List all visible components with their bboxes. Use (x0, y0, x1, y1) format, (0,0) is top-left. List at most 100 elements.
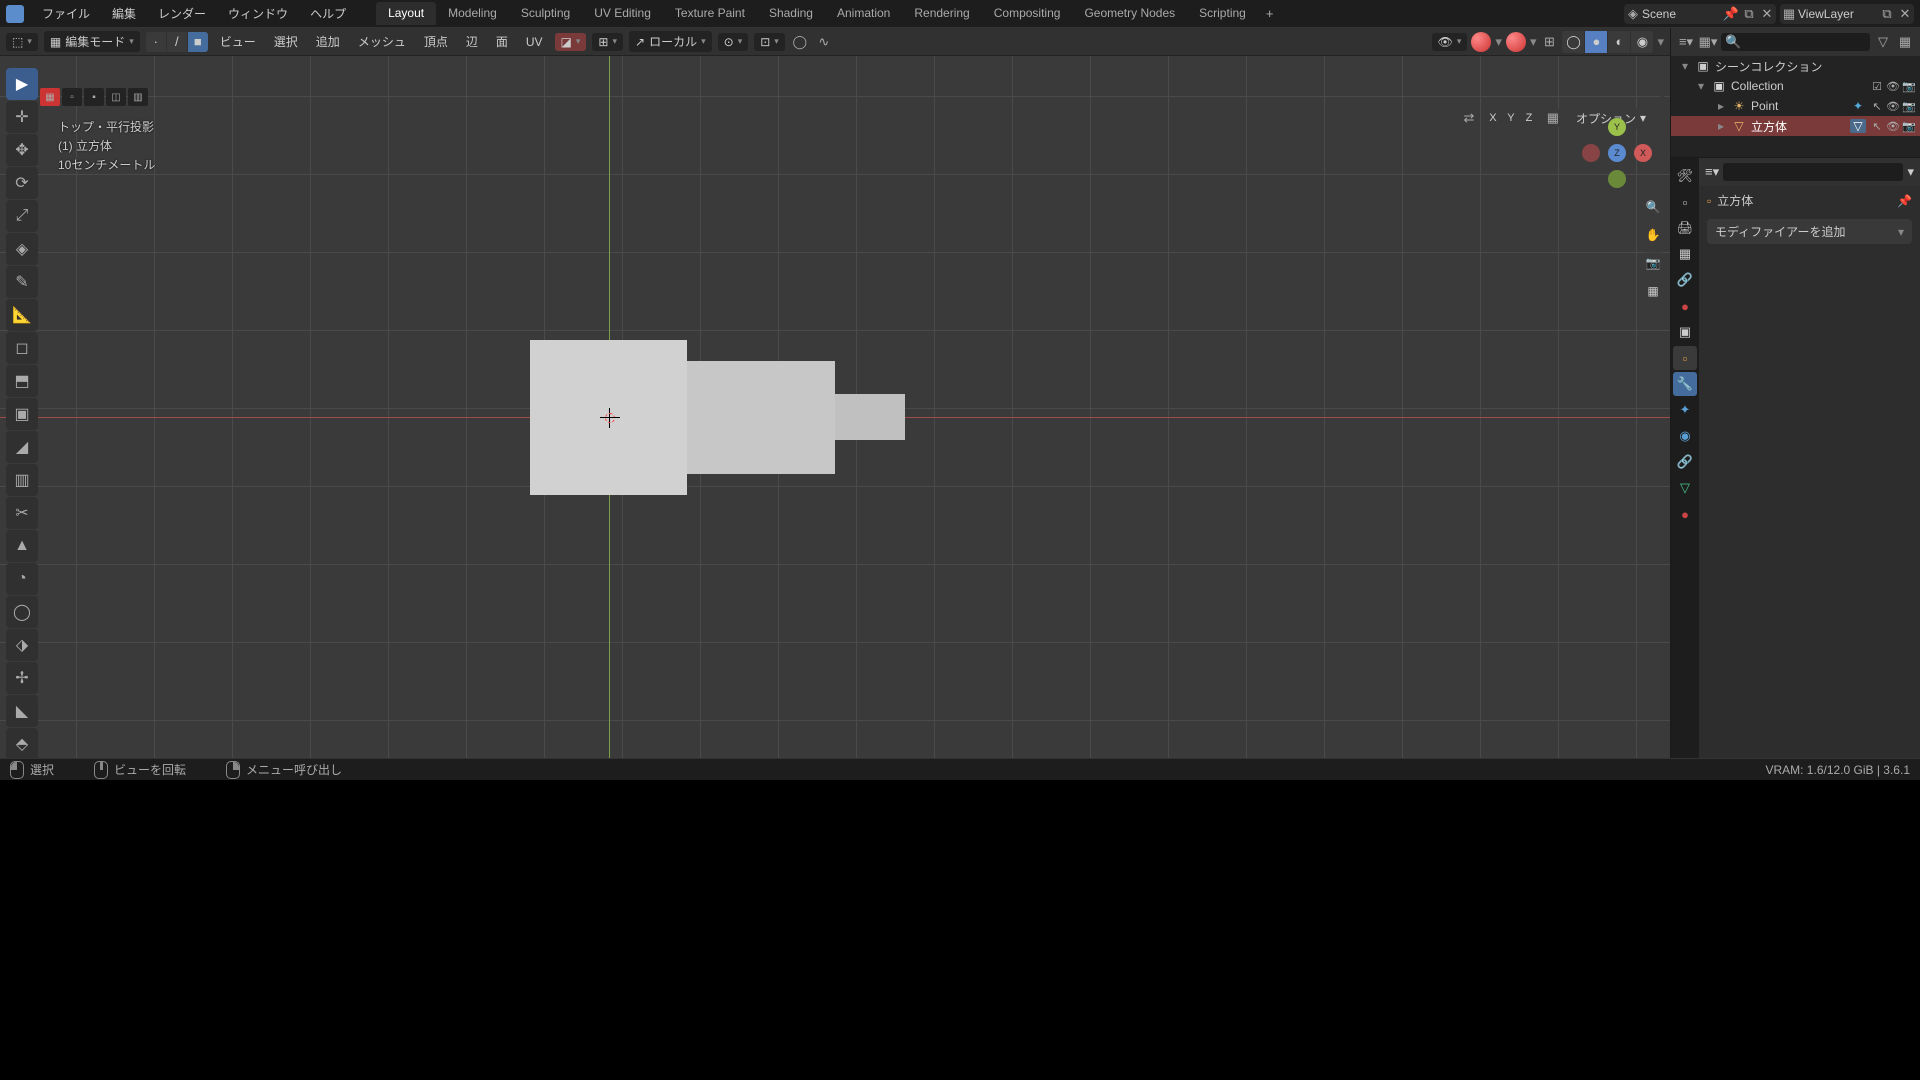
tool-annotate[interactable]: ✎ (6, 266, 38, 298)
delete-scene-icon[interactable]: ✕ (1758, 5, 1776, 23)
prop-tab-material[interactable]: ● (1673, 502, 1697, 526)
snap-to-dropdown[interactable]: ⊡▾ (754, 33, 785, 51)
render-icon[interactable]: 📷 (1902, 80, 1916, 93)
prop-tab-object[interactable]: ▫ (1673, 346, 1697, 370)
tool-rotate[interactable]: ⟳ (6, 167, 38, 199)
prop-tab-output[interactable]: 🖨 (1673, 216, 1697, 240)
prop-type-icon[interactable]: ≡▾ (1705, 164, 1719, 180)
prop-tab-world[interactable]: ● (1673, 294, 1697, 318)
prop-tab-constraint[interactable]: 🔗 (1673, 450, 1697, 474)
ws-animation[interactable]: Animation (825, 2, 902, 25)
menu-face[interactable]: 面 (490, 33, 514, 50)
editor-type-dropdown[interactable]: ⬚▾ (6, 33, 38, 51)
outliner-filter-icon[interactable]: ▽ (1874, 33, 1892, 51)
copy-layer-icon[interactable]: ⧉ (1878, 5, 1896, 23)
ws-layout[interactable]: Layout (376, 2, 436, 25)
tool-move[interactable]: ✥ (6, 134, 38, 166)
outliner-new-collection-icon[interactable]: ▦ (1896, 33, 1914, 51)
delete-layer-icon[interactable]: ✕ (1896, 5, 1914, 23)
tool-inset[interactable]: ▣ (6, 398, 38, 430)
mirror-x[interactable]: X (1484, 109, 1502, 127)
pin-icon[interactable]: 📌 (1897, 194, 1912, 208)
viewlayer-name-input[interactable] (1798, 7, 1878, 21)
menu-vertex[interactable]: 頂点 (418, 33, 454, 50)
proportional-edit-icon[interactable]: ◯ (791, 33, 809, 51)
mirror-z[interactable]: Z (1520, 109, 1538, 127)
tool-shear[interactable]: ◣ (6, 695, 38, 727)
outliner-scene-collection[interactable]: ▾ ▣ シーンコレクション (1671, 56, 1920, 76)
menu-help[interactable]: ヘルプ (300, 1, 356, 26)
gizmo-x[interactable]: X (1634, 144, 1652, 162)
drag-handle[interactable] (1660, 88, 1664, 148)
tool-loop-cut[interactable]: ▥ (6, 464, 38, 496)
tool-add-cube[interactable]: ◻ (6, 332, 38, 364)
gizmo-neg-y[interactable] (1608, 170, 1626, 188)
prop-tab-scene[interactable]: 🔗 (1673, 268, 1697, 292)
overlay-toggle[interactable] (1506, 32, 1526, 52)
scene-name-input[interactable] (1642, 7, 1722, 21)
outliner-point[interactable]: ▸ ☀ Point ✦ ↖👁📷 (1671, 96, 1920, 116)
mesh-object-2[interactable] (687, 361, 835, 474)
shading-wireframe[interactable]: ◯ (1562, 31, 1584, 53)
select-extend-icon[interactable]: ▫ (62, 88, 82, 106)
outliner-search[interactable]: 🔍 (1721, 33, 1870, 51)
outliner-cube[interactable]: ▸ ▽ 立方体 ▽ ↖👁📷 (1671, 116, 1920, 136)
xray-toggle[interactable]: ⊞ (1540, 33, 1558, 51)
prop-tab-physics[interactable]: ◉ (1673, 424, 1697, 448)
prop-search[interactable] (1723, 163, 1903, 181)
ws-scripting[interactable]: Scripting (1187, 2, 1258, 25)
prop-tab-particle[interactable]: ✦ (1673, 398, 1697, 422)
tool-poly-build[interactable]: ▲ (6, 530, 38, 562)
tool-measure[interactable]: 📐 (6, 299, 38, 331)
render-icon[interactable]: 📷 (1902, 120, 1916, 133)
menu-window[interactable]: ウィンドウ (218, 1, 298, 26)
mode-dropdown[interactable]: ▦ 編集モード▾ (44, 31, 140, 52)
face-orientation-dropdown[interactable]: ◪▾ (555, 33, 587, 51)
orientation-dropdown[interactable]: ↗ ローカル▾ (629, 31, 712, 52)
pivot-dropdown[interactable]: ⊙▾ (718, 33, 749, 51)
ws-sculpting[interactable]: Sculpting (509, 2, 582, 25)
select-intersect-icon[interactable]: ▥ (128, 88, 148, 106)
edge-select-mode[interactable]: / (167, 32, 187, 52)
add-modifier-dropdown[interactable]: モディファイアーを追加▾ (1707, 219, 1912, 244)
shading-solid[interactable]: ● (1585, 31, 1607, 53)
menu-uv[interactable]: UV (520, 35, 549, 49)
select-subtract-icon[interactable]: ▪ (84, 88, 104, 106)
outliner-type-icon[interactable]: ≡▾ (1677, 33, 1695, 51)
menu-edge[interactable]: 辺 (460, 33, 484, 50)
mesh-object-1[interactable] (530, 340, 687, 495)
visibility-dropdown[interactable]: 👁▾ (1432, 33, 1468, 51)
tool-knife[interactable]: ✂ (6, 497, 38, 529)
mesh-object-3[interactable] (835, 394, 905, 440)
select-invert-icon[interactable]: ◫ (106, 88, 126, 106)
tool-select-box[interactable]: ▶ (6, 68, 38, 100)
viewport-3d[interactable]: ⬚▾ ▦ 編集モード▾ · / ■ ビュー 選択 追加 メッシュ 頂点 辺 面 … (0, 28, 1670, 758)
pointer-icon[interactable]: ↖ (1870, 100, 1884, 113)
tool-bevel[interactable]: ◢ (6, 431, 38, 463)
expand-icon[interactable]: ▾ (1679, 59, 1691, 73)
camera-view-icon[interactable]: 📷 (1642, 252, 1664, 274)
tool-rip[interactable]: ⬘ (6, 728, 38, 758)
menu-edit[interactable]: 編集 (102, 1, 146, 26)
tool-spin[interactable]: ◔ (6, 563, 38, 595)
perspective-toggle-icon[interactable]: ▦ (1642, 280, 1664, 302)
outliner-display-icon[interactable]: ▦▾ (1699, 33, 1717, 51)
prop-options-icon[interactable]: ▾ (1907, 164, 1914, 180)
nav-gizmo[interactable]: Y Z X (1582, 118, 1652, 188)
snap-dropdown[interactable]: ⊞▾ (592, 33, 623, 51)
expand-icon[interactable]: ▸ (1715, 99, 1727, 113)
scene-selector[interactable]: ◈ 📌 ⧉ ✕ (1624, 4, 1776, 24)
ws-rendering[interactable]: Rendering (902, 2, 981, 25)
vertex-select-mode[interactable]: · (146, 32, 166, 52)
ws-modeling[interactable]: Modeling (436, 2, 509, 25)
pin-icon[interactable]: 📌 (1722, 5, 1740, 23)
checkbox-icon[interactable]: ☑ (1870, 80, 1884, 93)
tool-smooth[interactable]: ◯ (6, 596, 38, 628)
eye-icon[interactable]: 👁 (1886, 100, 1900, 113)
gizmo-neg-x[interactable] (1582, 144, 1600, 162)
menu-select[interactable]: 選択 (268, 33, 304, 50)
tool-scale[interactable]: ⤢ (6, 200, 38, 232)
gizmo-z[interactable]: Z (1608, 144, 1626, 162)
ws-geo[interactable]: Geometry Nodes (1072, 2, 1187, 25)
prop-tab-data[interactable]: ▽ (1673, 476, 1697, 500)
